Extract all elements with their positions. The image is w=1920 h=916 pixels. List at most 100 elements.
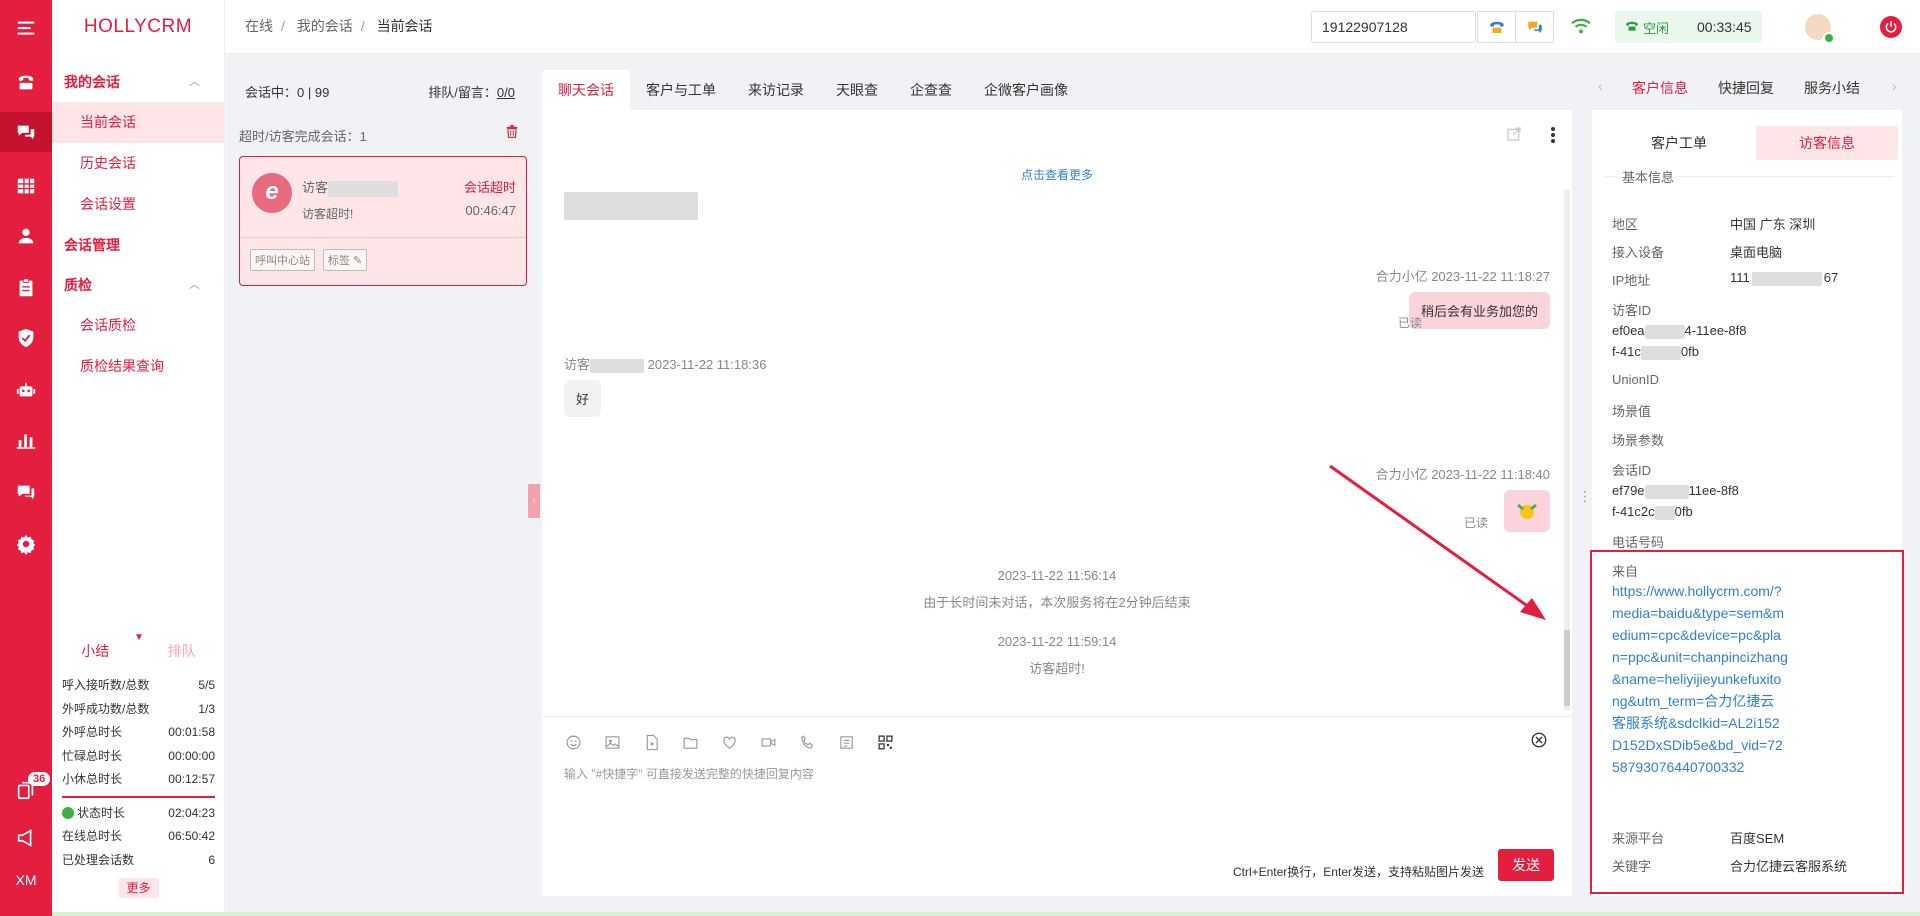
breadcrumb: 在线 / 我的会话 / 当前会话 [245,18,433,34]
list-icon[interactable] [837,733,855,751]
breadcrumb-current: 当前会话 [376,18,433,34]
avatar[interactable] [1805,14,1835,44]
load-more-link[interactable]: 点击查看更多 [542,166,1572,183]
breadcrumb-item[interactable]: 我的会话 [297,18,353,34]
power-icon[interactable] [1880,16,1902,38]
chevron-right-icon[interactable]: › [1892,78,1897,94]
field-label: 场景值 [1612,404,1652,419]
tab-summary[interactable]: 小结 [81,641,109,661]
chat-icon[interactable] [0,112,52,152]
timeout-label: 超时/访客完成会话：1 [239,129,367,144]
agent-status[interactable]: 空闲 00:33:45 [1615,11,1762,43]
wifi-icon [1570,17,1592,38]
session-card[interactable]: e 访客 会话超时 访客超时! 00:46:47 呼叫中心站 标签 ✎ [239,156,527,286]
phone-call-icon[interactable] [798,733,816,751]
grid-icon[interactable] [0,166,52,206]
user-initials[interactable]: XM [0,872,52,888]
camera-icon[interactable] [759,733,777,751]
emoji-icon[interactable] [564,733,582,751]
chat-panel: 点击查看更多 合力小亿 2023-11-22 11:18:27 稍后会有业务加您… [542,110,1572,716]
send-hint: Ctrl+Enter换行，Enter发送，支持粘贴图片发送 [1232,865,1484,879]
message-composer: 输入 "#快捷字" 可直接发送完整的快捷回复内容 Ctrl+Enter换行，En… [542,716,1572,896]
image-icon[interactable] [603,733,621,751]
stat-row: 小休总时长 00:12:57 [62,772,215,786]
tab-service-summary[interactable]: 服务小结 [1804,78,1860,98]
phone-number-input[interactable]: 19122907128 [1311,11,1476,43]
megaphone-icon[interactable] [0,818,52,858]
tab-customer-info[interactable]: 客户信息 [1632,78,1688,98]
tab-visit-record[interactable]: 来访记录 [732,70,820,110]
sticker-icon [1517,503,1537,519]
qrcode-icon[interactable] [876,733,894,751]
menu-icon[interactable] [0,8,52,48]
stat-row: 外呼总时长 00:01:58 [62,725,215,739]
nav-item-history-session[interactable]: 历史会话 [52,143,224,184]
collapse-handle[interactable]: ‹ [528,484,540,518]
queue-link[interactable]: 0/0 [497,85,515,100]
device-value: 桌面电脑 [1730,245,1783,260]
read-status: 已读 [1397,316,1422,330]
queue-label: 排队/留言： [428,85,497,100]
field-label: 电话号码 [1612,535,1665,550]
tab-customer-ticket[interactable]: 客户与工单 [630,70,732,110]
channel-tag: 呼叫中心站 [250,249,315,271]
status-label: 空闲 [1643,20,1670,36]
trash-icon[interactable] [505,124,519,142]
message-icon[interactable] [1515,12,1553,42]
nav-group-quality[interactable]: 质检 ︿ [52,265,224,305]
system-message: 访客超时! [1029,661,1085,676]
field-label: UnionID [1612,372,1659,387]
message-input[interactable]: 输入 "#快捷字" 可直接发送完整的快捷回复内容 [564,765,814,782]
nav-group-session-management[interactable]: 会话管理 [52,225,224,265]
sticker-message [1504,490,1550,532]
export-icon[interactable] [1506,126,1522,147]
dial-icon[interactable] [1477,12,1515,42]
send-button[interactable]: 发送 [1498,849,1554,881]
nav-item-session-settings[interactable]: 会话设置 [52,184,224,225]
close-circle-icon[interactable] [1530,731,1548,752]
agent-message: 稍后会有业务加您的 [1408,292,1550,329]
more-vertical-icon[interactable] [1550,126,1556,147]
chat-tabs: 聊天会话 客户与工单 来访记录 天眼查 企查查 企微客户画像 [542,70,1084,110]
online-icon [1823,32,1835,44]
tab-wecom-profile[interactable]: 企微客户画像 [968,70,1084,110]
nav-item-current-session[interactable]: 当前会话 [52,102,224,143]
blurred-text [328,180,399,197]
chart-icon[interactable] [0,420,52,460]
session-status: 会话超时 [463,180,516,195]
video-icon[interactable] [642,733,660,751]
more-button[interactable]: 更多 [118,878,159,898]
subtab-customer-ticket[interactable]: 客户工单 [1608,126,1750,160]
phone-icon[interactable] [0,62,52,102]
folder-icon[interactable] [681,733,699,751]
tab-qichacha[interactable]: 企查查 [894,70,968,110]
user-icon[interactable] [0,216,52,256]
chat-scrollbar[interactable] [1564,190,1570,710]
tab-quick-reply[interactable]: 快捷回复 [1718,78,1774,98]
breadcrumb-item[interactable]: 在线 [245,18,273,34]
top-bar: 在线 / 我的会话 / 当前会话 19122907128 空闲 00:33:45 [225,0,1920,54]
message-meta: 合力小亿 2023-11-22 11:18:27 [1375,269,1550,284]
field-label: IP地址 [1612,273,1651,288]
stats-panel: ▼ 小结 排队 呼入接听数/总数 5/5 外呼成功数/总数 1/3 外呼总时长 00:… [52,628,225,898]
label-tag-button[interactable]: 标签 ✎ [323,249,368,271]
tab-queue[interactable]: 排队 [168,641,196,661]
shield-icon[interactable] [0,318,52,358]
nav-item-session-qc[interactable]: 会话质检 [52,305,224,346]
nav-group-my-sessions[interactable]: 我的会话 ︿ [52,62,224,102]
nav-item-qc-results[interactable]: 质检结果查询 [52,346,224,387]
system-time: 2023-11-22 11:56:14 [997,568,1117,583]
subtab-visitor-info[interactable]: 访客信息 [1756,126,1898,160]
message-meta: 合力小亿 2023-11-22 11:18:40 [1375,467,1550,482]
clipboard-icon[interactable] [0,268,52,308]
field-label: 会话ID [1612,463,1652,478]
heart-icon[interactable] [720,733,738,751]
tab-tianyancha[interactable]: 天眼查 [820,70,894,110]
status-strip [52,912,1920,916]
robot-icon[interactable] [0,370,52,410]
gear-icon[interactable] [0,524,52,564]
highlight-box [1590,550,1904,894]
feedback-icon[interactable] [0,472,52,512]
chevron-left-icon[interactable]: ‹ [1598,78,1603,94]
tab-chat[interactable]: 聊天会话 [542,70,630,110]
